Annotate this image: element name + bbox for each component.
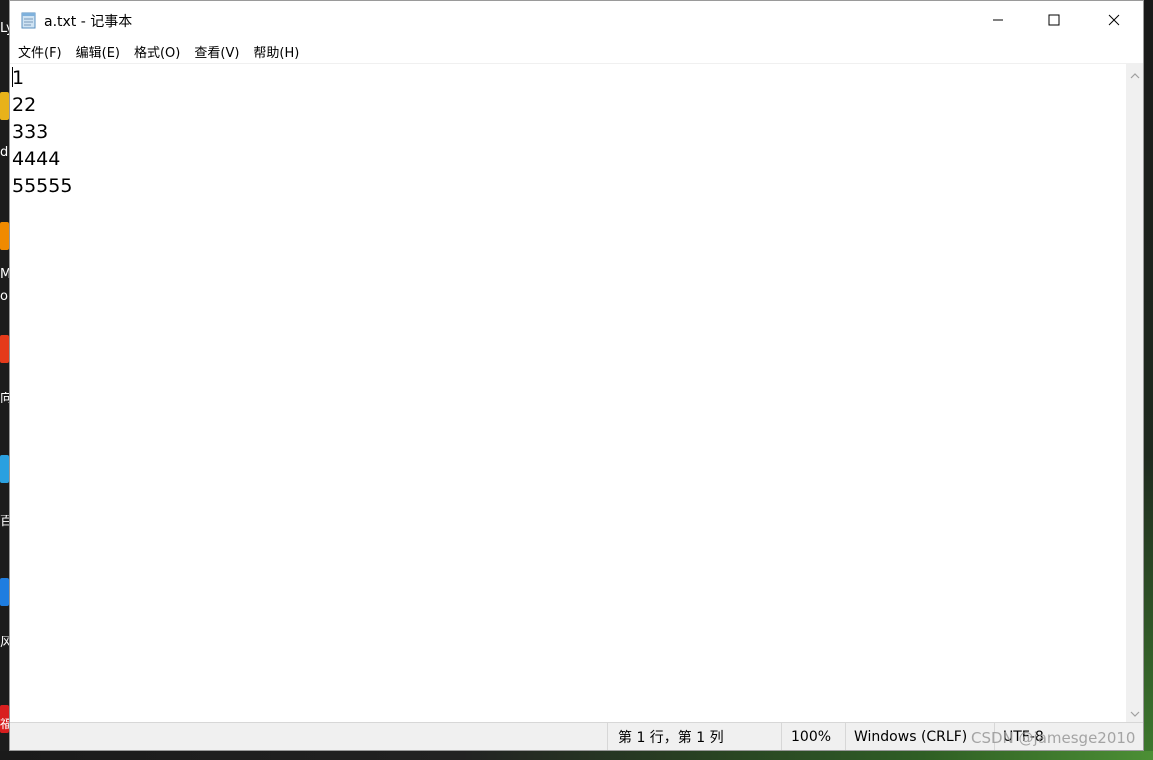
zoom-level: 100% <box>781 723 846 750</box>
desktop-bottom-strip <box>0 751 1153 760</box>
editor-line: 4444 <box>12 148 61 170</box>
menu-file[interactable]: 文件(F) <box>12 40 68 63</box>
desktop-icon-label: 福 <box>0 718 9 732</box>
editor-line: 1 <box>12 67 25 89</box>
notepad-icon <box>20 11 37 29</box>
desktop-icon-label: Ly <box>0 22 9 36</box>
text-editor-area[interactable]: 1 22 333 4444 55555 <box>10 63 1126 723</box>
watermark: CSDN @jamesge2010 <box>971 729 1136 747</box>
desktop-app-icon[interactable] <box>0 222 9 250</box>
desktop-app-icon[interactable] <box>0 335 9 363</box>
menu-view[interactable]: 查看(V) <box>188 40 245 63</box>
scroll-up-button[interactable] <box>1126 65 1143 82</box>
vertical-scrollbar[interactable] <box>1126 63 1143 722</box>
editor-content[interactable]: 1 22 333 4444 55555 <box>12 65 72 200</box>
menu-help[interactable]: 帮助(H) <box>247 40 305 63</box>
cursor-position: 第 1 行，第 1 列 <box>607 723 782 750</box>
scroll-down-button[interactable] <box>1126 703 1143 720</box>
desktop-app-icon[interactable] <box>0 92 9 120</box>
desktop-app-icon[interactable] <box>0 578 9 606</box>
maximize-icon <box>1048 11 1060 30</box>
chevron-up-icon <box>1130 64 1140 83</box>
desktop-icon-label: 向 <box>0 392 9 406</box>
title-bar[interactable]: a.txt - 记事本 <box>10 1 1143 39</box>
close-icon <box>1108 11 1120 30</box>
desktop-right-strip <box>1144 0 1153 760</box>
desktop-icon-label: d <box>0 146 9 160</box>
desktop-app-icon[interactable] <box>0 455 9 483</box>
menu-bar: 文件(F) 编辑(E) 格式(O) 查看(V) 帮助(H) <box>10 39 1143 63</box>
desktop-icon-label: o <box>0 290 8 304</box>
notepad-window: a.txt - 记事本 文件(F) 编辑(E) 格式(O) 查看(V) 帮助(H… <box>9 0 1144 751</box>
editor-line: 333 <box>12 121 49 143</box>
desktop-icon-label: 风 <box>0 636 9 650</box>
desktop-icon-label: M <box>0 268 9 282</box>
window-title: a.txt - 记事本 <box>44 14 133 30</box>
menu-format[interactable]: 格式(O) <box>128 40 186 63</box>
editor-line: 22 <box>12 94 37 116</box>
desktop-icon-label: 百 <box>0 515 9 529</box>
menu-edit[interactable]: 编辑(E) <box>70 40 126 63</box>
chevron-down-icon <box>1130 702 1140 721</box>
close-button[interactable] <box>1091 1 1137 39</box>
minimize-button[interactable] <box>975 1 1021 39</box>
maximize-button[interactable] <box>1031 1 1077 39</box>
minimize-icon <box>992 11 1004 30</box>
editor-line: 55555 <box>12 175 73 197</box>
desktop-left-strip: Ly d M o 向 百 风 福 <box>0 0 9 760</box>
